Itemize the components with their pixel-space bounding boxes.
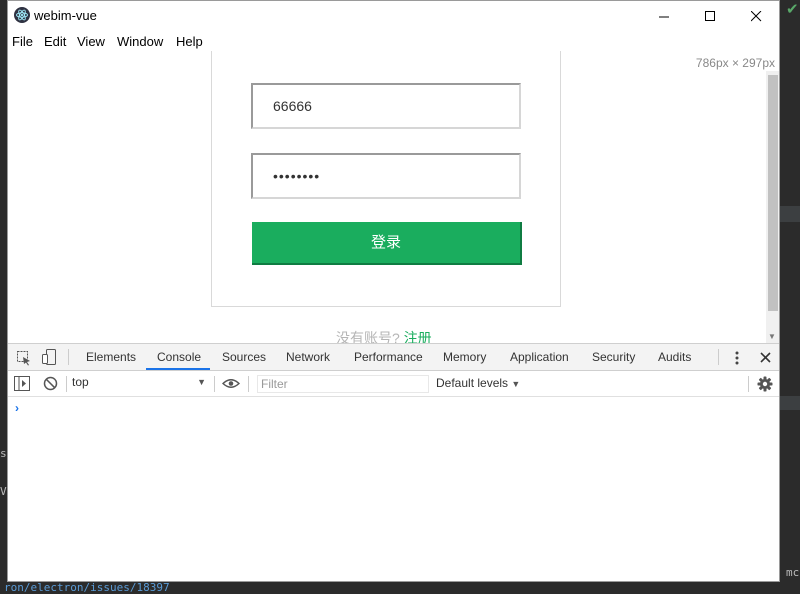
- window-title: webim-vue: [34, 8, 97, 23]
- toolbar-divider: [748, 376, 749, 392]
- ide-side-text: V: [0, 485, 7, 498]
- toolbar-divider: [66, 376, 67, 392]
- devtools-panel: Elements Console Sources Network Perform…: [8, 343, 779, 581]
- issue-link[interactable]: ron/electron/issues/18397: [4, 582, 170, 594]
- ide-stripe: [780, 206, 800, 222]
- toolbar-divider: [214, 376, 215, 392]
- password-field[interactable]: ••••••••: [251, 153, 521, 199]
- menu-bar: File Edit View Window Help: [8, 31, 779, 51]
- maximize-button[interactable]: [687, 1, 733, 31]
- console-filter-input[interactable]: Filter: [257, 375, 429, 393]
- minimize-button[interactable]: [641, 1, 687, 31]
- register-link[interactable]: 注册: [404, 330, 432, 343]
- register-prompt: 没有账号? 注册: [336, 328, 432, 343]
- console-prompt[interactable]: ›: [15, 401, 19, 415]
- check-icon: ✔: [786, 0, 799, 18]
- tab-security[interactable]: Security: [592, 350, 635, 364]
- username-field[interactable]: 66666: [251, 83, 521, 129]
- toolbar-divider: [68, 349, 69, 365]
- inspect-element-icon[interactable]: [16, 350, 32, 366]
- tab-network[interactable]: Network: [286, 350, 330, 364]
- maximize-icon: [704, 10, 715, 21]
- menu-window[interactable]: Window: [117, 34, 163, 49]
- eye-icon[interactable]: [222, 378, 240, 389]
- clear-console-icon[interactable]: [43, 376, 58, 391]
- register-question: 没有账号?: [336, 330, 400, 343]
- more-options-icon[interactable]: [734, 350, 740, 366]
- tab-sources[interactable]: Sources: [222, 350, 266, 364]
- page-viewport: 66666 •••••••• 登录 没有账号? 注册 786px × 297px…: [8, 51, 779, 343]
- login-card: 66666 •••••••• 登录: [211, 51, 561, 307]
- device-toolbar-icon[interactable]: [41, 349, 57, 366]
- tab-console[interactable]: Console: [157, 350, 201, 364]
- menu-file[interactable]: File: [12, 34, 33, 49]
- tab-application[interactable]: Application: [510, 350, 569, 364]
- ide-side-text: s: [0, 447, 7, 460]
- viewport-dimensions: 786px × 297px: [695, 56, 775, 70]
- console-toolbar: top ▼ Filter Default levels ▼: [8, 371, 779, 397]
- ide-stripe: [780, 396, 800, 410]
- log-levels-label: Default levels: [436, 376, 509, 390]
- menu-edit[interactable]: Edit: [44, 34, 66, 49]
- log-levels-dropdown[interactable]: Default levels ▼: [436, 376, 520, 390]
- active-tab-indicator: [146, 368, 210, 370]
- tab-memory[interactable]: Memory: [443, 350, 486, 364]
- tab-elements[interactable]: Elements: [86, 350, 136, 364]
- title-bar[interactable]: webim-vue: [8, 1, 779, 31]
- tab-audits[interactable]: Audits: [658, 350, 691, 364]
- settings-gear-icon[interactable]: [757, 376, 773, 392]
- close-window-button[interactable]: [733, 1, 779, 31]
- tab-performance[interactable]: Performance: [354, 350, 423, 364]
- toolbar-divider: [718, 349, 719, 365]
- toolbar-divider: [248, 376, 249, 392]
- page-scrollbar[interactable]: ▼: [766, 71, 779, 343]
- devtools-tabbar: Elements Console Sources Network Perform…: [8, 344, 779, 371]
- dropdown-arrow-icon: ▼: [511, 379, 521, 389]
- ide-right-text: mc: [786, 566, 800, 579]
- login-button[interactable]: 登录: [252, 222, 522, 265]
- scroll-down-icon[interactable]: ▼: [768, 332, 776, 341]
- context-value: top: [72, 375, 89, 389]
- minimize-icon: [658, 16, 669, 17]
- electron-icon: [14, 7, 30, 23]
- close-devtools-icon[interactable]: [760, 352, 771, 363]
- context-selector[interactable]: top ▼: [72, 375, 210, 393]
- dropdown-arrow-icon: ▼: [197, 377, 206, 387]
- menu-help[interactable]: Help: [176, 34, 203, 49]
- scrollbar-thumb[interactable]: [768, 75, 778, 311]
- close-icon: [750, 10, 761, 21]
- console-sidebar-icon[interactable]: [14, 376, 30, 391]
- menu-view[interactable]: View: [77, 34, 105, 49]
- app-window: webim-vue File Edit View Window Help 666…: [7, 0, 780, 582]
